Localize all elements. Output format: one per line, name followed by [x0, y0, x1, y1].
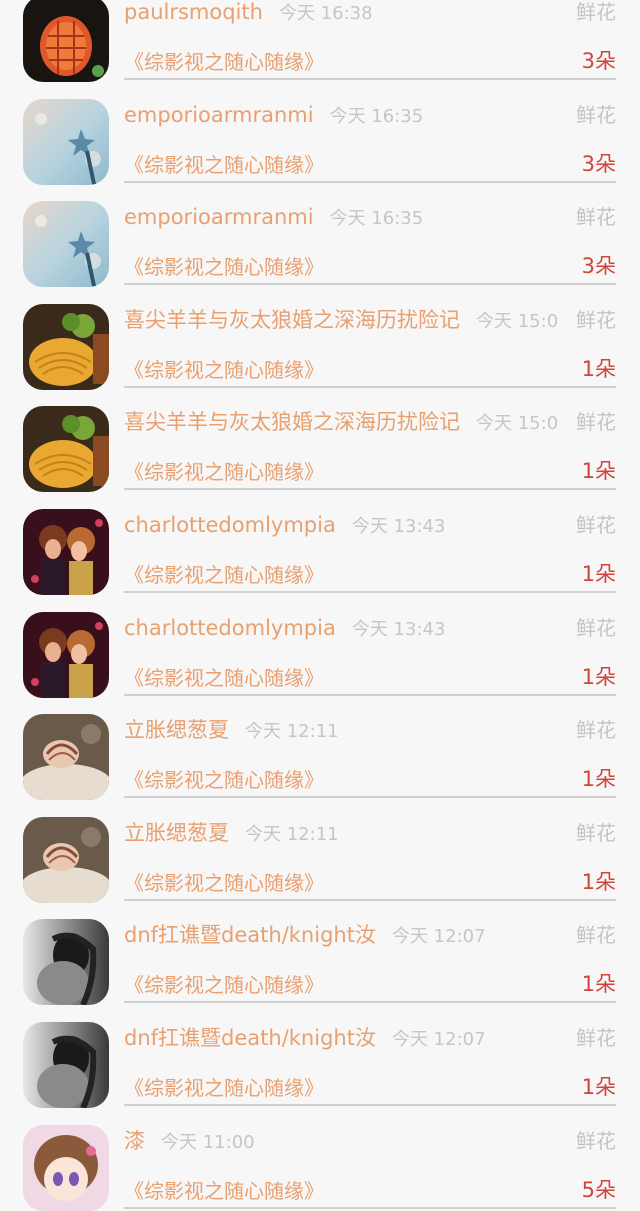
- list-item[interactable]: 立胀缌葱夏 今天 12:11 鲜花 《综影视之随心随缘》 1朵: [0, 798, 640, 903]
- sender-name[interactable]: 立胀缌葱夏 今天 12:11: [124, 820, 339, 848]
- gift-count: 1朵: [581, 869, 616, 894]
- book-title[interactable]: 《综影视之随心随缘》: [124, 459, 324, 485]
- timestamp: 今天 13:43: [351, 515, 446, 537]
- gift-type-label: 鲜花: [576, 0, 616, 25]
- timestamp: 今天 11:00: [161, 1131, 255, 1153]
- sender-name[interactable]: paulrsmoqith 今天 16:38: [124, 0, 373, 27]
- sender-name-text: paulrsmoqith: [124, 0, 263, 24]
- sender-name-text: 喜尖羊羊与灰太狼婚之深海历扰险记: [124, 410, 460, 435]
- list-item[interactable]: dnf扛谯暨death/knight汝 今天 12:07 鲜花 《综影视之随心随缘…: [0, 1003, 640, 1108]
- avatar[interactable]: [23, 98, 109, 185]
- gift-count: 1朵: [581, 972, 616, 997]
- list-item[interactable]: charlottedomlympia 今天 13:43 鲜花 《综影视之随心随缘》…: [0, 593, 640, 698]
- book-title[interactable]: 《综影视之随心随缘》: [124, 1075, 324, 1101]
- avatar[interactable]: [23, 303, 109, 390]
- gift-type-label: 鲜花: [576, 1024, 616, 1051]
- timestamp: 今天 16:38: [278, 3, 373, 24]
- list-item[interactable]: paulrsmoqith 今天 16:38 鲜花 《综影视之随心随缘》 3朵: [0, 0, 640, 82]
- book-title[interactable]: 《综影视之随心随缘》: [124, 152, 324, 178]
- avatar[interactable]: [23, 1124, 109, 1211]
- avatar[interactable]: [23, 816, 109, 903]
- gift-type-label: 鲜花: [576, 922, 616, 949]
- gift-count: 3朵: [581, 151, 616, 176]
- avatar[interactable]: [23, 919, 109, 1006]
- sender-name[interactable]: 立胀缌葱夏 今天 12:11: [124, 717, 339, 745]
- gift-count: 1朵: [581, 459, 616, 484]
- avatar[interactable]: [23, 406, 109, 493]
- gift-type-label: 鲜花: [576, 717, 616, 744]
- timestamp: 今天 15:0: [476, 310, 559, 332]
- gift-count: 1朵: [581, 767, 616, 792]
- timestamp: 今天 12:07: [391, 1028, 486, 1050]
- timestamp: 今天 12:11: [245, 823, 339, 845]
- book-title[interactable]: 《综影视之随心随缘》: [124, 972, 324, 998]
- book-title[interactable]: 《综影视之随心随缘》: [124, 665, 324, 691]
- gift-type-label: 鲜花: [576, 1127, 616, 1154]
- book-title[interactable]: 《综影视之随心随缘》: [124, 49, 324, 75]
- book-title[interactable]: 《综影视之随心随缘》: [124, 254, 324, 280]
- gift-count: 1朵: [581, 356, 616, 381]
- book-title[interactable]: 《综影视之随心随缘》: [124, 1178, 324, 1204]
- timestamp: 今天 13:43: [351, 618, 446, 640]
- book-title[interactable]: 《综影视之随心随缘》: [124, 870, 324, 896]
- gift-count: 3朵: [581, 49, 616, 73]
- avatar[interactable]: [23, 508, 109, 595]
- sender-name[interactable]: 漆今天 11:00: [124, 1128, 255, 1156]
- sender-name-text: dnf扛谯暨death/knight汝: [124, 923, 376, 948]
- book-title[interactable]: 《综影视之随心随缘》: [124, 767, 324, 793]
- book-title[interactable]: 《综影视之随心随缘》: [124, 357, 324, 383]
- avatar[interactable]: [23, 714, 109, 801]
- sender-name[interactable]: charlottedomlympia 今天 13:43: [124, 615, 445, 643]
- sender-name-text: 立胀缌葱夏: [124, 718, 229, 743]
- sender-name[interactable]: emporioarmranmi 今天 16:35: [124, 204, 423, 232]
- sender-name[interactable]: 喜尖羊羊与灰太狼婚之深海历扰险记 今天 15:0: [124, 409, 558, 437]
- gift-count: 3朵: [581, 254, 616, 279]
- list-item[interactable]: emporioarmranmi 今天 16:35 鲜花 《综影视之随心随缘》 3朵: [0, 182, 640, 288]
- list-item[interactable]: 喜尖羊羊与灰太狼婚之深海历扰险记 今天 15:0 鲜花 《综影视之随心随缘》 1朵: [0, 387, 640, 493]
- sender-name[interactable]: 喜尖羊羊与灰太狼婚之深海历扰险记 今天 15:0: [124, 307, 558, 335]
- list-item[interactable]: 立胀缌葱夏 今天 12:11 鲜花 《综影视之随心随缘》 1朵: [0, 695, 640, 801]
- sender-name-text: emporioarmranmi: [124, 102, 314, 127]
- sender-name-text: 喜尖羊羊与灰太狼婚之深海历扰险记: [124, 307, 460, 332]
- gift-type-label: 鲜花: [576, 306, 616, 333]
- gift-type-label: 鲜花: [576, 409, 616, 436]
- gift-record-list: paulrsmoqith 今天 16:38 鲜花 《综影视之随心随缘》 3朵 em…: [0, 0, 640, 1211]
- list-item[interactable]: dnf扛谯暨death/knight汝 今天 12:07 鲜花 《综影视之随心随缘…: [0, 900, 640, 1006]
- timestamp: 今天 16:35: [329, 105, 424, 127]
- avatar[interactable]: [23, 0, 109, 82]
- timestamp: 今天 12:07: [391, 926, 486, 948]
- list-item[interactable]: charlottedomlympia 今天 13:43 鲜花 《综影视之随心随缘》…: [0, 490, 640, 595]
- sender-name-text: charlottedomlympia: [124, 615, 336, 640]
- avatar[interactable]: [23, 201, 109, 288]
- avatar[interactable]: [23, 611, 109, 698]
- sender-name-text: charlottedomlympia: [124, 512, 336, 537]
- sender-name[interactable]: emporioarmranmi 今天 16:35: [124, 102, 423, 130]
- gift-type-label: 鲜花: [576, 511, 616, 538]
- gift-type-label: 鲜花: [576, 101, 616, 128]
- gift-type-label: 鲜花: [576, 614, 616, 641]
- sender-name[interactable]: dnf扛谯暨death/knight汝 今天 12:07: [124, 922, 486, 950]
- sender-name-text: 漆: [124, 1128, 145, 1153]
- gift-type-label: 鲜花: [576, 204, 616, 231]
- timestamp: 今天 12:11: [245, 721, 339, 743]
- list-item[interactable]: emporioarmranmi 今天 16:35 鲜花 《综影视之随心随缘》 3朵: [0, 80, 640, 185]
- list-item[interactable]: 漆今天 11:00 鲜花 《综影视之随心随缘》 5朵: [0, 1106, 640, 1211]
- gift-type-label: 鲜花: [576, 819, 616, 846]
- book-title[interactable]: 《综影视之随心随缘》: [124, 562, 324, 588]
- gift-count: 1朵: [581, 664, 616, 689]
- row-divider: [124, 1206, 616, 1209]
- gift-count: 5朵: [581, 1177, 616, 1202]
- gift-count: 1朵: [581, 1074, 616, 1099]
- list-item[interactable]: 喜尖羊羊与灰太狼婚之深海历扰险记 今天 15:0 鲜花 《综影视之随心随缘》 1朵: [0, 285, 640, 390]
- sender-name-text: emporioarmranmi: [124, 205, 314, 230]
- sender-name[interactable]: charlottedomlympia 今天 13:43: [124, 512, 445, 540]
- timestamp: 今天 16:35: [329, 208, 424, 230]
- sender-name-text: 立胀缌葱夏: [124, 820, 229, 845]
- avatar[interactable]: [23, 1021, 109, 1108]
- sender-name-text: dnf扛谯暨death/knight汝: [124, 1025, 376, 1050]
- sender-name[interactable]: dnf扛谯暨death/knight汝 今天 12:07: [124, 1025, 486, 1053]
- timestamp: 今天 15:0: [476, 413, 559, 435]
- gift-count: 1朵: [581, 561, 616, 586]
